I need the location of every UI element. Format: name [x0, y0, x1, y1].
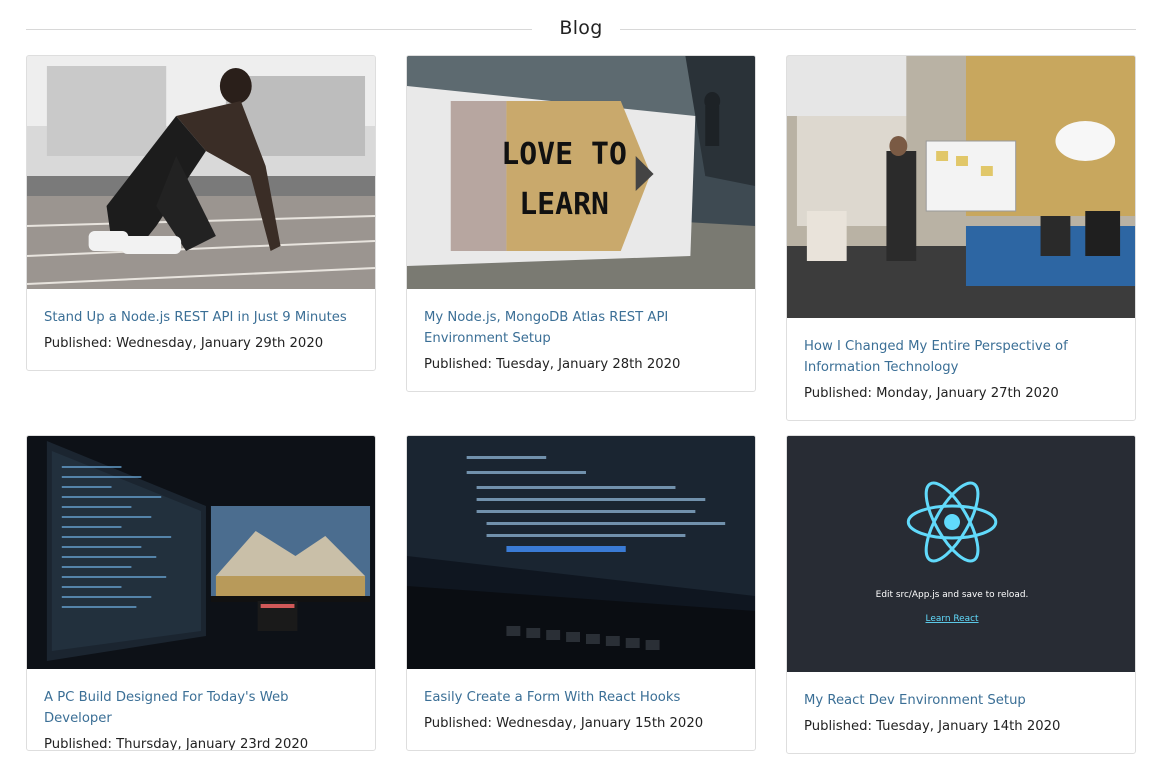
- blog-header: Blog: [26, 14, 1136, 44]
- published-date: Published: Tuesday, January 14th 2020: [804, 719, 1061, 734]
- post-image-pc-build[interactable]: [27, 436, 375, 669]
- card-body: Stand Up a Node.js REST API in Just 9 Mi…: [27, 289, 375, 354]
- post-image-office-team[interactable]: [787, 56, 1135, 318]
- card-body: A PC Build Designed For Today's Web Deve…: [27, 669, 375, 751]
- blog-card[interactable]: LOVE TO LEARN My Node.js, MongoDB Atlas …: [406, 55, 756, 392]
- published-date: Published: Tuesday, January 28th 2020: [424, 357, 681, 372]
- post-title-link[interactable]: My Node.js, MongoDB Atlas REST API Envir…: [424, 307, 738, 349]
- blog-card[interactable]: How I Changed My Entire Perspective of I…: [786, 55, 1136, 421]
- published-date: Published: Thursday, January 23rd 2020: [44, 737, 309, 751]
- learn-react-link: Learn React: [926, 614, 980, 624]
- card-body: Easily Create a Form With React Hooks Pu…: [407, 669, 755, 734]
- react-edit-text: Edit src/App.js and save to reload.: [876, 590, 1029, 600]
- post-title-link[interactable]: How I Changed My Entire Perspective of I…: [804, 336, 1118, 378]
- blog-card[interactable]: Edit src/App.js and save to reload. Lear…: [786, 435, 1136, 754]
- blog-card[interactable]: Easily Create a Form With React Hooks Pu…: [406, 435, 756, 751]
- card-body: My React Dev Environment Setup Published…: [787, 672, 1135, 737]
- blog-card[interactable]: A PC Build Designed For Today's Web Deve…: [26, 435, 376, 751]
- post-image-sprinter[interactable]: [27, 56, 375, 289]
- image-text-line1: LOVE TO: [501, 137, 627, 172]
- image-text-line2: LEARN: [519, 187, 609, 222]
- post-title-link[interactable]: Stand Up a Node.js REST API in Just 9 Mi…: [44, 307, 358, 328]
- header-divider-right: [620, 29, 1136, 30]
- blog-card[interactable]: Stand Up a Node.js REST API in Just 9 Mi…: [26, 55, 376, 371]
- published-date: Published: Wednesday, January 29th 2020: [44, 336, 324, 351]
- post-image-react-app[interactable]: Edit src/App.js and save to reload. Lear…: [787, 436, 1135, 672]
- post-image-laptop-code[interactable]: [407, 436, 755, 669]
- card-body: How I Changed My Entire Perspective of I…: [787, 318, 1135, 404]
- page-title: Blog: [559, 17, 603, 39]
- published-date: Published: Wednesday, January 15th 2020: [424, 716, 704, 731]
- card-body: My Node.js, MongoDB Atlas REST API Envir…: [407, 289, 755, 375]
- post-title-link[interactable]: A PC Build Designed For Today's Web Deve…: [44, 687, 358, 729]
- post-title-link[interactable]: My React Dev Environment Setup: [804, 690, 1118, 711]
- post-image-love-to-learn[interactable]: LOVE TO LEARN: [407, 56, 755, 289]
- post-title-link[interactable]: Easily Create a Form With React Hooks: [424, 687, 738, 708]
- published-date: Published: Monday, January 27th 2020: [804, 386, 1059, 401]
